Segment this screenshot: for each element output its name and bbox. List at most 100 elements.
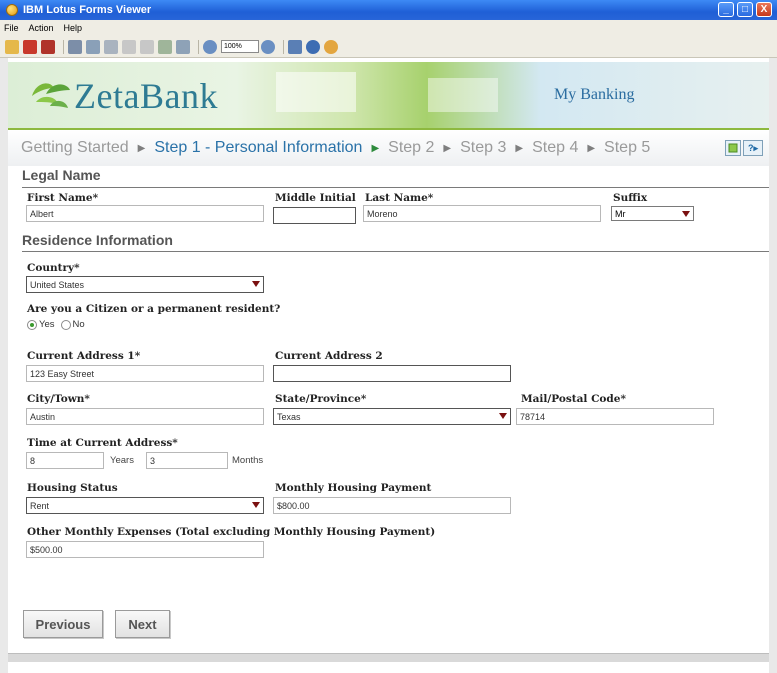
address1-label: Current Address 1* bbox=[27, 350, 141, 362]
years-label: Years bbox=[110, 455, 134, 466]
header-banner: ZetaBank My Banking bbox=[8, 62, 769, 128]
edit-icon[interactable] bbox=[158, 39, 172, 54]
status-bar bbox=[8, 653, 769, 662]
help-icon[interactable] bbox=[288, 39, 302, 54]
zoom-in-icon[interactable] bbox=[261, 39, 275, 54]
toolbar: 100% bbox=[0, 36, 777, 58]
citizen-radio-group: Yes No bbox=[27, 319, 85, 330]
citizen-no-label: No bbox=[72, 319, 85, 330]
bank-logo-text: ZetaBank bbox=[74, 76, 218, 116]
suffix-value: Mr bbox=[615, 209, 626, 219]
middle-initial-label: Middle Initial bbox=[275, 192, 356, 204]
toolbar-separator bbox=[283, 39, 284, 54]
attachment-icon[interactable] bbox=[176, 39, 190, 54]
menu-file[interactable]: File bbox=[4, 23, 19, 33]
help-button[interactable]: ?▸ bbox=[743, 140, 763, 156]
city-label: City/Town* bbox=[27, 393, 90, 405]
residence-info-heading: Residence Information bbox=[22, 232, 173, 248]
chevron-down-icon bbox=[682, 211, 690, 217]
save-icon[interactable] bbox=[23, 39, 37, 54]
app-icon bbox=[6, 4, 18, 16]
zoom-select[interactable]: 100% bbox=[221, 40, 259, 53]
country-select[interactable]: United States bbox=[26, 276, 264, 293]
housing-status-select[interactable]: Rent bbox=[26, 497, 264, 514]
info-icon[interactable] bbox=[324, 39, 338, 54]
legal-name-heading: Legal Name bbox=[22, 167, 101, 183]
minimize-button[interactable]: _ bbox=[718, 2, 734, 17]
step-5[interactable]: Step 5 bbox=[604, 139, 650, 157]
step-3[interactable]: Step 3 bbox=[460, 139, 506, 157]
step-arrow-icon: ▶ bbox=[137, 142, 146, 154]
step-arrow-icon: ▶ bbox=[587, 142, 596, 154]
toolbar-separator bbox=[63, 39, 64, 54]
time-at-address-label: Time at Current Address* bbox=[27, 437, 178, 449]
other-expenses-label: Other Monthly Expenses (Total excluding … bbox=[27, 526, 436, 538]
section-divider bbox=[22, 187, 769, 188]
close-button[interactable]: X bbox=[756, 2, 772, 17]
last-name-field[interactable]: Moreno bbox=[363, 205, 601, 222]
other-expenses-field[interactable]: $500.00 bbox=[26, 541, 264, 558]
banner-graphic bbox=[276, 72, 356, 112]
suffix-label: Suffix bbox=[613, 192, 648, 204]
previous-button[interactable]: Previous bbox=[23, 610, 103, 638]
title-bar: IBM Lotus Forms Viewer _ □ X bbox=[0, 0, 777, 20]
menu-help[interactable]: Help bbox=[64, 23, 83, 33]
last-name-label: Last Name* bbox=[365, 192, 434, 204]
step-1-current[interactable]: Step 1 - Personal Information bbox=[154, 139, 362, 157]
city-field[interactable]: Austin bbox=[26, 408, 264, 425]
citizen-no-radio[interactable] bbox=[60, 319, 71, 330]
export-icon[interactable] bbox=[725, 140, 741, 156]
step-arrow-icon: ▶ bbox=[515, 142, 524, 154]
step-navigation: Getting Started ▶ Step 1 - Personal Info… bbox=[8, 130, 769, 166]
menu-action[interactable]: Action bbox=[29, 23, 54, 33]
housing-status-value: Rent bbox=[30, 501, 50, 511]
chevron-down-icon bbox=[252, 281, 260, 287]
toolbar-separator bbox=[198, 39, 199, 54]
step-2[interactable]: Step 2 bbox=[388, 139, 434, 157]
section-divider bbox=[22, 251, 769, 252]
first-name-label: First Name* bbox=[27, 192, 99, 204]
address1-field[interactable]: 123 Easy Street bbox=[26, 365, 264, 382]
open-icon[interactable] bbox=[5, 39, 19, 54]
suffix-select[interactable]: Mr bbox=[611, 206, 694, 221]
text-icon[interactable] bbox=[122, 39, 136, 54]
print-icon[interactable] bbox=[68, 39, 82, 54]
first-name-field[interactable]: Albert bbox=[26, 205, 264, 222]
state-select[interactable]: Texas bbox=[273, 408, 511, 425]
state-value: Texas bbox=[277, 412, 301, 422]
address2-field[interactable] bbox=[273, 365, 511, 382]
step-arrow-icon: ▶ bbox=[443, 142, 452, 154]
address2-label: Current Address 2 bbox=[275, 350, 383, 362]
housing-status-label: Housing Status bbox=[27, 482, 118, 494]
years-field[interactable]: 8 bbox=[26, 452, 104, 469]
paragraph-icon[interactable] bbox=[140, 39, 154, 54]
step-getting-started[interactable]: Getting Started bbox=[21, 139, 129, 157]
step-4[interactable]: Step 4 bbox=[532, 139, 578, 157]
globe-icon[interactable] bbox=[306, 39, 320, 54]
window-title: IBM Lotus Forms Viewer bbox=[23, 4, 152, 16]
banner-graphic bbox=[428, 78, 498, 112]
my-banking-label: My Banking bbox=[554, 86, 635, 103]
window-frame-right bbox=[769, 58, 777, 673]
citizen-yes-radio[interactable] bbox=[27, 319, 37, 330]
state-label: State/Province* bbox=[275, 393, 367, 405]
months-field[interactable]: 3 bbox=[146, 452, 228, 469]
window-frame-left bbox=[0, 58, 8, 673]
zoom-out-icon[interactable] bbox=[203, 39, 217, 54]
middle-initial-field[interactable] bbox=[273, 207, 356, 224]
chevron-down-icon bbox=[499, 413, 507, 419]
monthly-payment-field[interactable]: $800.00 bbox=[273, 497, 511, 514]
step-arrow-icon: ▶ bbox=[371, 142, 380, 154]
postal-code-field[interactable]: 78714 bbox=[516, 408, 714, 425]
country-value: United States bbox=[30, 280, 85, 290]
save-as-icon[interactable] bbox=[41, 39, 55, 54]
monthly-payment-label: Monthly Housing Payment bbox=[275, 482, 432, 494]
step-tools: ?▸ bbox=[723, 140, 763, 156]
signature-icon[interactable] bbox=[104, 39, 118, 54]
next-button[interactable]: Next bbox=[115, 610, 170, 638]
postal-code-label: Mail/Postal Code* bbox=[521, 393, 626, 405]
maximize-button[interactable]: □ bbox=[737, 2, 753, 17]
menu-bar: File Action Help bbox=[0, 20, 777, 36]
email-icon[interactable] bbox=[86, 39, 100, 54]
leaf-logo-icon bbox=[32, 83, 70, 108]
